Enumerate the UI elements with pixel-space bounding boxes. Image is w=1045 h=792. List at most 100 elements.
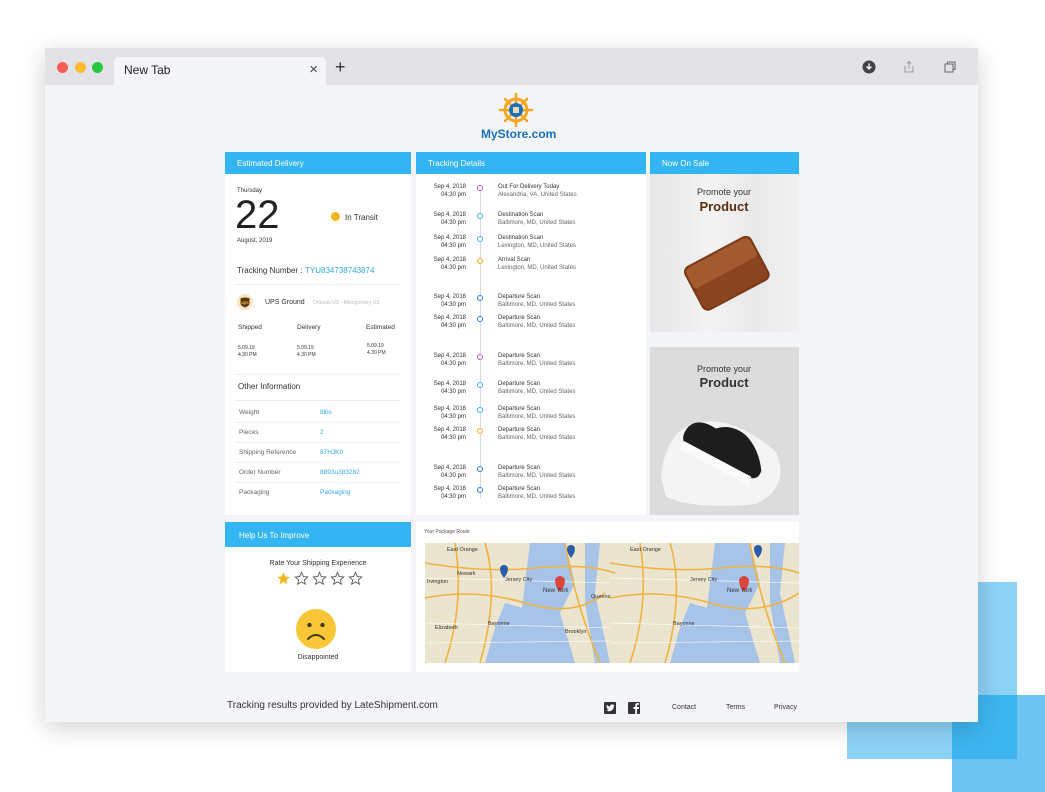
timeline-dot: [477, 236, 483, 242]
timeline-event: Departure Scan Baltimore, MD, United Stat…: [498, 405, 575, 421]
event-location: Baltimore, MD, United States: [498, 435, 576, 441]
browser-tab[interactable]: New Tab ×: [114, 57, 326, 85]
rating-prompt: Rate Your Shipping Experience: [269, 560, 367, 567]
timeline-date: Sep 4, 2018 04:30 pm: [416, 211, 466, 227]
event-location: Alexandria, VA, United States: [498, 192, 577, 198]
star-rating[interactable]: [276, 571, 366, 587]
event-time: 04:30 pm: [440, 494, 466, 500]
event-title: Departure Scan: [498, 427, 541, 433]
event-time: 04:30 pm: [440, 192, 466, 198]
timeline-dot: [477, 185, 483, 191]
twitter-icon[interactable]: [604, 702, 616, 714]
event-time: 04:30 pm: [440, 435, 466, 441]
footer-link-contact[interactable]: Contact: [672, 704, 696, 711]
store-logo[interactable]: MyStore.com: [481, 92, 557, 145]
event-location: Baltimore, MD, United States: [498, 220, 576, 226]
timeline-date: Sep 4, 2018 04:30 pm: [416, 293, 466, 309]
now-on-sale-header: Now On Sale: [650, 152, 799, 174]
browser-titlebar: New Tab × +: [45, 48, 978, 85]
star-empty-icon[interactable]: [294, 571, 309, 586]
star-empty-icon[interactable]: [348, 571, 363, 586]
maximize-window-button[interactable]: [92, 62, 103, 73]
delivery-time: 4.30 PM: [297, 352, 316, 358]
map-label: Brooklyn: [565, 629, 586, 635]
map-label: New York: [727, 588, 753, 594]
minimize-window-button[interactable]: [75, 62, 86, 73]
event-date: Sep 4, 2018: [433, 212, 466, 218]
timeline-event: Departure Scan Baltimore, MD, United Stat…: [498, 485, 575, 501]
delivery-month-year: August, 2019: [237, 238, 273, 244]
timeline-date: Sep 4, 2018 04:30 pm: [416, 234, 466, 250]
event-time: 04:30 pm: [440, 243, 466, 249]
shipped-label: Shipped: [238, 324, 262, 331]
star-empty-icon[interactable]: [312, 571, 327, 586]
shipping-reference-value: 87HJK0: [320, 449, 344, 456]
map-graphic: East Orange Newark Jersey City New York …: [425, 543, 799, 663]
divider: [235, 422, 401, 423]
map-title: Your Package Route: [424, 529, 470, 535]
event-title: Arrival Scan: [498, 257, 531, 263]
mood-label: Disappointed: [297, 654, 339, 661]
estimated-date: 5.09.19: [367, 343, 384, 349]
event-time: 04:30 pm: [440, 302, 466, 308]
packaging-value: Packaging: [320, 489, 351, 496]
map-label: East Orange: [447, 547, 478, 553]
tracking-details-card: Tracking Details Sep 4, 2018 04:30 pm Out …: [416, 152, 646, 515]
tab-close-icon[interactable]: ×: [309, 61, 318, 78]
star-filled-icon[interactable]: [276, 571, 291, 586]
close-window-button[interactable]: [57, 62, 68, 73]
star-empty-icon[interactable]: [330, 571, 345, 586]
event-title: Destination Scan: [498, 235, 544, 241]
map-label: Jersey City: [505, 577, 532, 583]
sad-face-icon: [296, 609, 336, 649]
ship-wheel-icon: [498, 92, 534, 128]
event-date: Sep 4, 2018: [433, 353, 466, 359]
tracking-details-header: Tracking Details: [416, 152, 646, 174]
timeline-dot: [477, 487, 483, 493]
footer-link-terms[interactable]: Terms: [726, 704, 745, 711]
status-dot-icon: [331, 212, 340, 221]
timeline-date: Sep 4, 2018 04:30 pm: [416, 183, 466, 199]
event-time: 04:30 pm: [440, 361, 466, 367]
map-label: Bayonne: [488, 621, 510, 627]
event-title: Departure Scan: [498, 465, 541, 471]
store-name: MyStore.com: [481, 127, 557, 141]
footer-link-privacy[interactable]: Privacy: [774, 704, 797, 711]
route-map[interactable]: East Orange Newark Jersey City New York …: [425, 543, 799, 663]
event-location: Lexington, MD, United States: [498, 243, 577, 249]
event-title: Departure Scan: [498, 406, 541, 412]
timeline-dot: [477, 295, 483, 301]
ups-logo-icon: ups: [237, 294, 253, 310]
other-information-title: Other Information: [238, 382, 301, 391]
tabs-overview-icon[interactable]: [941, 59, 959, 75]
promo-line1: Promote your: [696, 364, 752, 374]
event-date: Sep 4, 2018: [433, 235, 466, 241]
promo-banner-wallet[interactable]: Promote your Product: [650, 174, 799, 332]
download-icon[interactable]: [860, 59, 878, 75]
tracking-page: MyStore.com Estimated Delivery Thursday …: [45, 85, 978, 722]
promo-banner-sneaker[interactable]: Promote your Product: [650, 347, 799, 515]
event-location: Lexington, MD, United States: [498, 265, 577, 271]
sneaker-image: [661, 421, 781, 506]
map-label: Elizabeth: [435, 625, 458, 631]
map-label: New York: [543, 588, 569, 594]
event-date: Sep 4, 2018: [433, 294, 466, 300]
footer-credit: Tracking results provided by LateShipmen…: [227, 700, 438, 711]
packaging-label: Packaging: [239, 489, 270, 496]
event-time: 04:30 pm: [440, 323, 466, 329]
tracking-number[interactable]: TYU834738743874: [305, 266, 374, 275]
timeline-event: Departure Scan Baltimore, MD, United Stat…: [498, 380, 575, 396]
map-label: Bayonne: [673, 621, 695, 627]
promo-line1: Promote your: [696, 187, 752, 197]
facebook-icon[interactable]: [628, 702, 640, 714]
event-date: Sep 4, 2018: [433, 184, 466, 190]
event-time: 04:30 pm: [440, 220, 466, 226]
event-location: Baltimore, MD, United States: [498, 302, 576, 308]
event-location: Baltimore, MD, United States: [498, 361, 576, 367]
svg-text:ups: ups: [241, 300, 249, 305]
share-icon[interactable]: [900, 59, 918, 75]
new-tab-button[interactable]: +: [335, 57, 346, 78]
event-date: Sep 4, 2018: [433, 257, 466, 263]
timeline-date: Sep 4, 2018 04:30 pm: [416, 426, 466, 442]
event-title: Departure Scan: [498, 315, 541, 321]
